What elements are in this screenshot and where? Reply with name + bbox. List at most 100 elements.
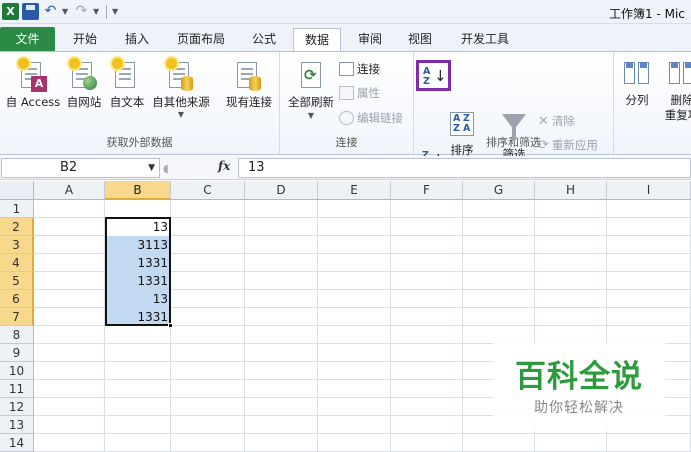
ribbon: A 自 Access 自网站 自文本 自其他来源 ▼ 现有连接 获取外部数据 全…: [0, 51, 691, 178]
row-header-10[interactable]: 10: [0, 362, 34, 380]
access-icon: A: [18, 58, 48, 92]
clear-filter-icon: ✕: [538, 113, 549, 129]
column-header-i[interactable]: I: [607, 181, 691, 200]
row-header-11[interactable]: 11: [0, 380, 34, 398]
toolbar-separator: [106, 4, 107, 19]
connections-icon: [339, 62, 354, 76]
redo-icon[interactable]: ↷: [73, 3, 90, 20]
row-header-12[interactable]: 12: [0, 398, 34, 416]
row-header-13[interactable]: 13: [0, 416, 34, 434]
cell-b4[interactable]: 1331: [106, 254, 170, 272]
from-web-button[interactable]: 自网站: [62, 58, 106, 110]
row-header-3[interactable]: 3: [0, 236, 34, 254]
column-header-g[interactable]: G: [463, 181, 535, 200]
link-icon: [339, 111, 354, 125]
filter-icon: [499, 114, 529, 144]
name-box[interactable]: B2 ▼: [1, 158, 160, 178]
column-header-e[interactable]: E: [318, 181, 391, 200]
row-header-2[interactable]: 2: [0, 218, 34, 236]
gridline: [34, 433, 691, 434]
properties-button[interactable]: 属性: [339, 85, 380, 101]
tab-review[interactable]: 审阅: [348, 28, 392, 51]
column-header-c[interactable]: C: [171, 181, 245, 200]
save-icon[interactable]: [22, 3, 39, 20]
cell-b2[interactable]: 13: [106, 218, 170, 236]
database-icon: [166, 58, 196, 92]
filter-button[interactable]: 筛选: [496, 110, 532, 162]
column-header-h[interactable]: H: [535, 181, 607, 200]
row-header-8[interactable]: 8: [0, 326, 34, 344]
row-header-6[interactable]: 6: [0, 290, 34, 308]
undo-dropdown-icon[interactable]: ▼: [62, 7, 70, 16]
column-header-a[interactable]: A: [34, 181, 105, 200]
name-box-dropdown-icon[interactable]: ▼: [148, 159, 155, 177]
row-header-4[interactable]: 4: [0, 254, 34, 272]
tab-developer[interactable]: 开发工具: [452, 28, 518, 51]
remove-duplicates-button[interactable]: 删除 重复项: [662, 58, 691, 122]
cell-b3[interactable]: 3113: [106, 236, 170, 254]
existing-connections-button[interactable]: 现有连接: [222, 58, 276, 110]
watermark-subtitle: 助你轻松解决: [534, 400, 624, 416]
row-header-1[interactable]: 1: [0, 200, 34, 218]
group-data-tools: 分列 删除 重复项: [614, 52, 691, 154]
row-header-9[interactable]: 9: [0, 344, 34, 362]
ribbon-tabs: 文件 开始 插入 页面布局 公式 数据 审阅 视图 开发工具: [0, 24, 691, 52]
column-header-f[interactable]: F: [391, 181, 463, 200]
undo-icon[interactable]: ↶: [42, 3, 59, 20]
quick-access-toolbar: X ↶ ▼ ↷ ▼ ▼: [2, 3, 120, 20]
customize-toolbar-icon[interactable]: ▼: [112, 7, 120, 16]
redo-dropdown-icon[interactable]: ▼: [93, 7, 101, 16]
text-to-columns-icon: [622, 60, 652, 88]
formula-input[interactable]: 13: [238, 158, 691, 178]
tab-page-layout[interactable]: 页面布局: [169, 28, 233, 51]
row-header-14[interactable]: 14: [0, 434, 34, 452]
fill-handle[interactable]: [168, 323, 173, 328]
sort-dialog-icon: A Z Z A: [447, 110, 477, 140]
formula-bar-resize-handle[interactable]: ◖: [163, 162, 173, 175]
tab-insert[interactable]: 插入: [115, 28, 159, 51]
reapply-button[interactable]: ⟳ 重新应用: [538, 137, 598, 153]
column-header-d[interactable]: D: [245, 181, 318, 200]
reapply-icon: ⟳: [538, 137, 549, 153]
dropdown-arrow-icon: ▼: [307, 111, 315, 120]
text-file-icon: [112, 58, 142, 92]
from-other-sources-button[interactable]: 自其他来源 ▼: [149, 58, 213, 120]
properties-icon: [339, 86, 354, 100]
window-title: 工作簿1 - Mic: [609, 7, 685, 21]
tab-home[interactable]: 开始: [63, 28, 107, 51]
cell-b6[interactable]: 13: [106, 290, 170, 308]
group-label-get-external-data: 获取外部数据: [106, 136, 173, 149]
row-header-7[interactable]: 7: [0, 308, 34, 326]
column-header-b[interactable]: B: [105, 181, 171, 200]
watermark-title: 百科全说: [515, 359, 643, 395]
cell-b7[interactable]: 1331: [106, 308, 170, 326]
from-text-button[interactable]: 自文本: [107, 58, 147, 110]
sort-ascending-button[interactable]: A Z ↓: [416, 60, 451, 91]
tab-data[interactable]: 数据: [293, 28, 341, 52]
group-get-external-data: A 自 Access 自网站 自文本 自其他来源 ▼ 现有连接 获取外部数据: [0, 52, 280, 154]
group-connections: 全部刷新 ▼ 连接 属性 编辑链接 连接: [280, 52, 414, 154]
connections-button[interactable]: 连接: [339, 61, 380, 77]
tab-file[interactable]: 文件: [0, 27, 55, 51]
tab-view[interactable]: 视图: [398, 28, 442, 51]
from-access-button[interactable]: A 自 Access: [4, 58, 62, 110]
sort-button[interactable]: A Z Z A 排序: [446, 110, 478, 158]
watermark: 百科全说 助你轻松解决: [493, 343, 665, 431]
select-all-corner[interactable]: [0, 181, 34, 200]
tab-formulas[interactable]: 公式: [242, 28, 286, 51]
excel-logo-icon[interactable]: X: [2, 3, 19, 20]
edit-links-button[interactable]: 编辑链接: [339, 110, 403, 126]
cell-b5[interactable]: 1331: [106, 272, 170, 290]
down-arrow-icon: ↓: [434, 67, 447, 85]
remove-duplicates-icon: [667, 60, 691, 88]
globe-icon: [69, 58, 99, 92]
dropdown-arrow-icon: ▼: [177, 110, 185, 119]
clear-filter-button[interactable]: ✕ 清除: [538, 113, 575, 129]
refresh-all-button[interactable]: 全部刷新 ▼: [285, 58, 337, 122]
existing-connection-icon: [234, 58, 264, 92]
row-header-5[interactable]: 5: [0, 272, 34, 290]
insert-function-icon[interactable]: fx: [218, 159, 230, 173]
group-label-connections: 连接: [335, 136, 358, 149]
refresh-icon: [296, 58, 326, 92]
text-to-columns-button[interactable]: 分列: [620, 58, 654, 108]
